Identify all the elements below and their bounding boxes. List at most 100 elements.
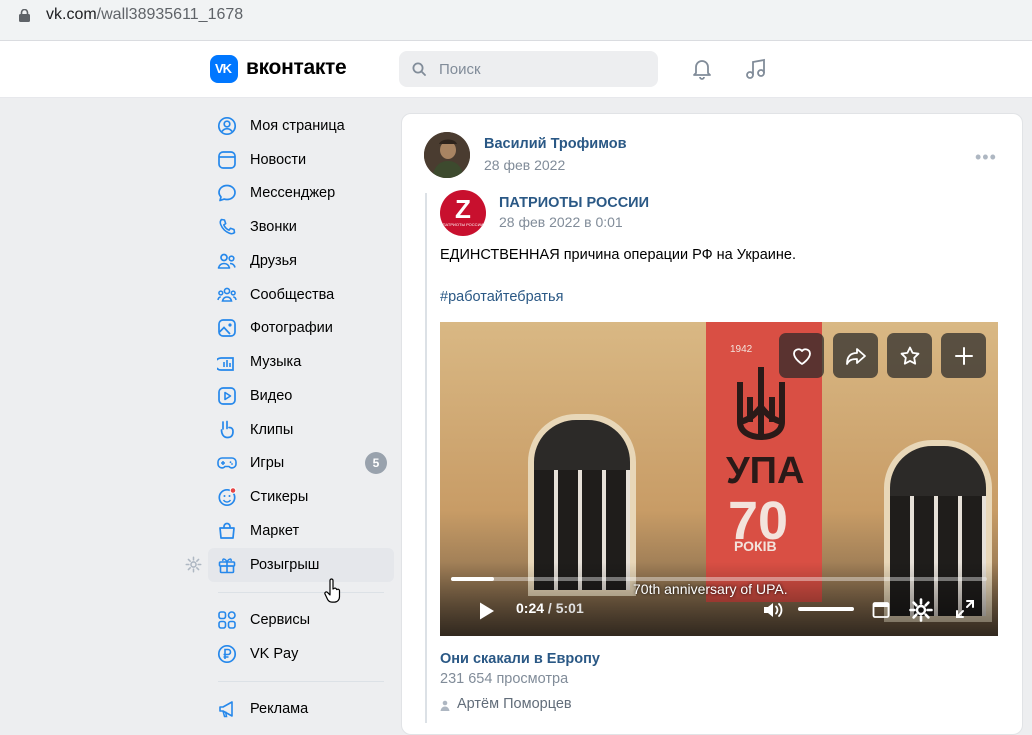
post-date[interactable]: 28 фев 2022 bbox=[484, 157, 565, 173]
vk-logo-text[interactable]: вконтакте bbox=[246, 56, 347, 80]
sidebar-item-giveaway[interactable]: Розыгрыш bbox=[208, 548, 394, 582]
sidebar-item-label: Стикеры bbox=[250, 489, 309, 505]
friends-icon bbox=[217, 253, 236, 269]
sidebar-item-games[interactable]: Игры 5 bbox=[208, 446, 394, 480]
sidebar-item-label: Звонки bbox=[250, 219, 297, 235]
video-settings-gear-icon[interactable] bbox=[908, 597, 934, 623]
sidebar-item-video[interactable]: Видео bbox=[208, 379, 394, 413]
search-icon bbox=[412, 62, 426, 76]
video-total-time: 5:01 bbox=[555, 600, 584, 616]
sidebar-item-label: Новости bbox=[250, 152, 307, 168]
notifications-bell-icon[interactable] bbox=[690, 57, 714, 81]
photos-icon bbox=[218, 319, 236, 337]
video-player[interactable]: 1942 УПА 70 РОКІВ 70th anniversary of UP… bbox=[440, 322, 998, 636]
sidebar-divider bbox=[218, 592, 384, 593]
sidebar-item-photos[interactable]: Фотографии bbox=[208, 311, 394, 345]
group-avatar[interactable]: Z ПАТРИОТЫ РОССИИ bbox=[440, 190, 486, 236]
group-avatar-caption: ПАТРИОТЫ РОССИИ bbox=[442, 222, 484, 227]
sidebar-item-label: Музыка bbox=[250, 354, 302, 370]
vkpay-icon bbox=[217, 644, 237, 664]
sidebar-divider bbox=[218, 681, 384, 682]
vk-header: VK вконтакте Поиск bbox=[0, 41, 1032, 98]
video-add-button[interactable] bbox=[941, 333, 986, 378]
heart-icon bbox=[793, 348, 811, 365]
repost-date[interactable]: 28 фев 2022 в 0:01 bbox=[499, 214, 623, 230]
sidebar-item-label: Фотографии bbox=[250, 320, 333, 336]
post-author-name[interactable]: Василий Трофимов bbox=[484, 136, 627, 152]
video-views: 231 654 просмотра bbox=[440, 671, 569, 687]
sidebar-item-vkpay[interactable]: VK Pay bbox=[208, 637, 394, 671]
sidebar-item-my-page[interactable]: Моя страница bbox=[208, 109, 394, 143]
video-subtitle: 70th anniversary of UPA. bbox=[633, 581, 788, 597]
market-icon bbox=[219, 522, 235, 539]
sidebar-item-label: Розыгрыш bbox=[250, 557, 320, 573]
sidebar-item-services[interactable]: Сервисы bbox=[208, 603, 394, 637]
sidebar-item-label: Реклама bbox=[250, 701, 309, 717]
browser-address-bar[interactable]: vk.com/wall38935611_1678 bbox=[0, 0, 1032, 40]
sidebar-item-stickers[interactable]: Стикеры bbox=[208, 480, 394, 514]
communities-icon bbox=[217, 287, 237, 302]
url-host: vk.com bbox=[46, 6, 97, 23]
lock-icon bbox=[19, 9, 30, 22]
sidebar-item-label: Друзья bbox=[250, 253, 298, 269]
vk-logo-icon[interactable]: VK bbox=[210, 55, 238, 83]
sidebar-item-label: Сообщества bbox=[250, 287, 335, 303]
post-text: ЕДИНСТВЕННАЯ причина операции РФ на Укра… bbox=[440, 247, 796, 263]
sidebar-item-friends[interactable]: Друзья bbox=[208, 244, 394, 278]
post-hashtag[interactable]: #работайтебратья bbox=[440, 289, 563, 305]
games-icon bbox=[217, 457, 237, 469]
search-input[interactable]: Поиск bbox=[399, 51, 658, 87]
share-arrow-icon bbox=[846, 348, 866, 365]
music-icon bbox=[217, 357, 234, 371]
repost-group-name[interactable]: ПАТРИОТЫ РОССИИ bbox=[499, 195, 649, 211]
sidebar-item-clips[interactable]: Клипы bbox=[208, 413, 394, 447]
menu-settings-gear-icon[interactable] bbox=[185, 556, 202, 573]
services-icon bbox=[218, 611, 236, 629]
sidebar-item-news[interactable]: Новости bbox=[208, 143, 394, 177]
video-title[interactable]: Они скакали в Европу bbox=[440, 651, 600, 667]
video-time-separator: / bbox=[544, 600, 556, 616]
video-progress-fill bbox=[451, 577, 494, 581]
play-icon[interactable] bbox=[478, 601, 496, 621]
search-placeholder: Поиск bbox=[439, 61, 481, 78]
sidebar-item-label: Моя страница bbox=[250, 118, 345, 134]
user-icon bbox=[440, 700, 450, 711]
profile-icon bbox=[217, 116, 237, 136]
volume-slider[interactable] bbox=[798, 607, 854, 611]
post-more-options-icon[interactable]: ••• bbox=[975, 147, 997, 168]
miniplayer-icon[interactable] bbox=[872, 601, 890, 619]
wall-post-card: Василий Трофимов 28 фев 2022 ••• Z ПАТРИ… bbox=[401, 113, 1023, 735]
phone-icon bbox=[219, 218, 236, 235]
sidebar-item-label: Сервисы bbox=[250, 612, 311, 628]
video-time: 0:24 / 5:01 bbox=[516, 600, 584, 616]
messenger-icon bbox=[218, 184, 236, 202]
sidebar-item-messenger[interactable]: Мессенджер bbox=[208, 176, 394, 210]
url-path: /wall38935611_1678 bbox=[96, 6, 244, 23]
banner-year: 1942 bbox=[730, 344, 753, 355]
games-count-badge: 5 bbox=[365, 452, 387, 474]
clips-icon bbox=[220, 420, 234, 439]
video-like-button[interactable] bbox=[779, 333, 824, 378]
sidebar-item-label: Клипы bbox=[250, 422, 294, 438]
url-text[interactable]: vk.com/wall38935611_1678 bbox=[46, 6, 243, 24]
sidebar-item-ads[interactable]: Реклама bbox=[208, 692, 394, 726]
plus-icon bbox=[955, 347, 973, 365]
sidebar-item-music[interactable]: Музыка bbox=[208, 345, 394, 379]
gift-icon bbox=[218, 558, 236, 574]
sidebar-item-market[interactable]: Маркет bbox=[208, 514, 394, 548]
music-player-icon[interactable] bbox=[744, 57, 768, 81]
sidebar-item-communities[interactable]: Сообщества bbox=[208, 278, 394, 312]
news-icon bbox=[218, 151, 236, 169]
video-share-button[interactable] bbox=[833, 333, 878, 378]
hand-cursor-icon bbox=[324, 578, 341, 603]
fullscreen-icon[interactable] bbox=[955, 599, 975, 619]
star-icon bbox=[900, 346, 920, 365]
video-favorite-button[interactable] bbox=[887, 333, 932, 378]
volume-icon[interactable] bbox=[762, 600, 786, 620]
sidebar-item-label: Мессенджер bbox=[250, 185, 336, 201]
logo-mark: VK bbox=[215, 61, 232, 76]
author-avatar[interactable] bbox=[424, 132, 470, 178]
sidebar-item-calls[interactable]: Звонки bbox=[208, 210, 394, 244]
video-owner-name[interactable]: Артём Поморцев bbox=[457, 696, 572, 712]
stickers-icon bbox=[218, 487, 237, 507]
